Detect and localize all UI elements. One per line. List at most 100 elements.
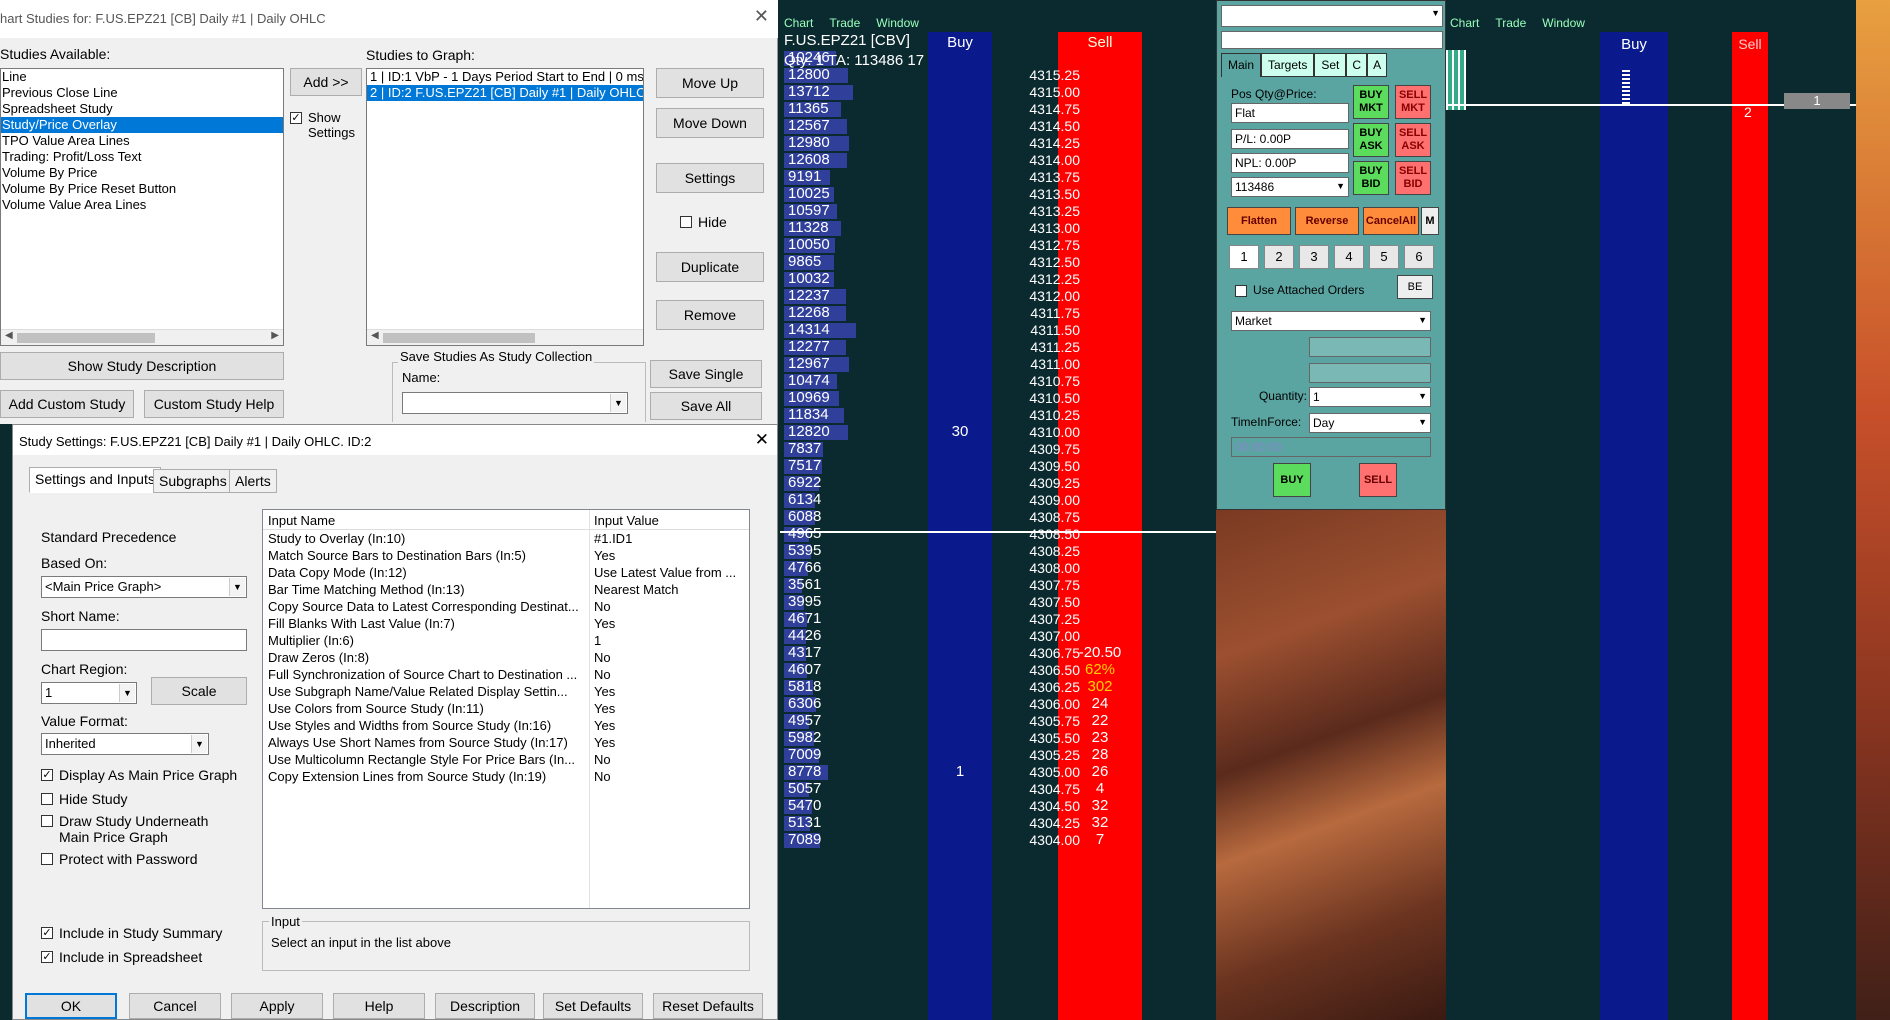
menu-trade[interactable]: Trade (1495, 16, 1526, 30)
studies-to-graph-list[interactable]: 1 | ID:1 VbP - 1 Days Period Start to En… (366, 68, 644, 346)
horizontal-scrollbar[interactable]: ◀ (367, 329, 643, 345)
value-format-combo[interactable]: Inherited ▼ (41, 733, 209, 755)
set-defaults-button[interactable]: Set Defaults (543, 993, 643, 1019)
tif-combo[interactable]: Day ▼ (1309, 413, 1431, 433)
input-value[interactable]: Use Latest Value from ... (594, 565, 744, 580)
input-row[interactable]: Copy Extension Lines from Source Study (… (263, 769, 749, 786)
attached-orders-checkbox[interactable]: Use Attached Orders (1235, 283, 1364, 297)
qty-button-3[interactable]: 3 (1299, 245, 1329, 269)
input-value[interactable]: Yes (594, 718, 744, 733)
input-row[interactable]: Full Synchronization of Source Chart to … (263, 667, 749, 684)
input-value[interactable]: Yes (594, 616, 744, 631)
qty-button-4[interactable]: 4 (1334, 245, 1364, 269)
tab-alerts[interactable]: Alerts (229, 469, 277, 493)
input-row[interactable]: Use Styles and Widths from Source Study … (263, 718, 749, 735)
menu-window[interactable]: Window (1542, 16, 1585, 30)
show-description-button[interactable]: Show Study Description (0, 352, 284, 380)
input-row[interactable]: Copy Source Data to Latest Corresponding… (263, 599, 749, 616)
tab-c[interactable]: C (1346, 53, 1368, 77)
short-name-input[interactable] (41, 629, 247, 651)
input-value[interactable]: 1 (594, 633, 744, 648)
qty-button-1[interactable]: 1 (1229, 245, 1259, 269)
hide-study-checkbox[interactable]: Hide Study (41, 791, 127, 807)
available-study-item[interactable]: Volume By Price (1, 165, 283, 181)
qty-button-2[interactable]: 2 (1264, 245, 1294, 269)
move-up-button[interactable]: Move Up (656, 68, 764, 98)
display-main-price-checkbox[interactable]: ✓ Display As Main Price Graph (41, 767, 237, 783)
available-study-item[interactable]: Study/Price Overlay (1, 117, 283, 133)
m-button[interactable]: M (1421, 207, 1439, 235)
input-row[interactable]: Multiplier (In:6) 1 (263, 633, 749, 650)
protect-password-checkbox[interactable]: Protect with Password (41, 851, 198, 867)
available-study-item[interactable]: Spreadsheet Study (1, 101, 283, 117)
input-row[interactable]: Study to Overlay (In:10) #1.ID1 (263, 531, 749, 548)
studies-available-list[interactable]: Line Previous Close Line Spreadsheet Study… (0, 68, 284, 346)
sell-mkt-button[interactable]: SELL MKT (1395, 85, 1431, 119)
tab-subgraphs[interactable]: Subgraphs (153, 469, 233, 493)
sell-button[interactable]: SELL (1359, 463, 1397, 497)
chart-region-combo[interactable]: 1 ▼ (41, 682, 137, 704)
save-all-button[interactable]: Save All (650, 392, 762, 420)
sell-ask-button[interactable]: SELL ASK (1395, 123, 1431, 157)
input-row[interactable]: Match Source Bars to Destination Bars (I… (263, 548, 749, 565)
tab-targets[interactable]: Targets (1261, 53, 1315, 77)
input-value[interactable]: No (594, 769, 744, 784)
input-row[interactable]: Bar Time Matching Method (In:13) Nearest … (263, 582, 749, 599)
account-top-combo[interactable]: ▼ (1221, 5, 1443, 27)
sell-column[interactable] (1732, 32, 1768, 1020)
close-icon[interactable]: ✕ (754, 6, 769, 27)
input-value[interactable]: #1.ID1 (594, 531, 744, 546)
available-study-item[interactable]: Trading: Profit/Loss Text (1, 149, 283, 165)
move-down-button[interactable]: Move Down (656, 108, 764, 138)
cancel-all-button[interactable]: CancelAll (1363, 207, 1419, 235)
available-study-item[interactable]: TPO Value Area Lines (1, 133, 283, 149)
description-button[interactable]: Description (435, 993, 535, 1019)
cancel-button[interactable]: Cancel (129, 993, 221, 1019)
input-row[interactable]: Use Multicolumn Rectangle Style For Pric… (263, 752, 749, 769)
input-row[interactable]: Always Use Short Names from Source Study… (263, 735, 749, 752)
tab-a[interactable]: A (1367, 53, 1388, 77)
input-row[interactable]: Use Colors from Source Study (In:11) Yes (263, 701, 749, 718)
custom-study-help-button[interactable]: Custom Study Help (144, 390, 284, 418)
be-button[interactable]: BE (1397, 275, 1433, 299)
available-study-item[interactable]: Previous Close Line (1, 85, 283, 101)
inputs-grid[interactable]: Input Name Input Value Study to Overlay … (262, 509, 750, 909)
input-value[interactable]: No (594, 650, 744, 665)
add-custom-study-button[interactable]: Add Custom Study (0, 390, 134, 418)
reverse-button[interactable]: Reverse (1295, 207, 1359, 235)
buy-cell[interactable] (920, 830, 1000, 850)
remove-button[interactable]: Remove (656, 300, 764, 330)
price1-combo[interactable] (1309, 337, 1431, 357)
input-value[interactable]: No (594, 752, 744, 767)
input-value[interactable]: Yes (594, 735, 744, 750)
buy-column[interactable] (1600, 32, 1668, 1020)
account-combo[interactable]: 113486 ▼ (1231, 177, 1349, 197)
sell-cell[interactable]: 7 (1060, 830, 1140, 850)
settings-button[interactable]: Settings (656, 163, 764, 193)
input-value[interactable]: Nearest Match (594, 582, 744, 597)
close-icon[interactable]: ✕ (755, 430, 769, 450)
buy-bid-button[interactable]: BUY BID (1353, 161, 1389, 195)
input-row[interactable]: Fill Blanks With Last Value (In:7) Yes (263, 616, 749, 633)
input-row[interactable]: Data Copy Mode (In:12) Use Latest Value f… (263, 565, 749, 582)
flatten-button[interactable]: Flatten (1227, 207, 1291, 235)
buy-button[interactable]: BUY (1273, 463, 1311, 497)
tab-set[interactable]: Set (1314, 53, 1347, 77)
input-value[interactable]: Yes (594, 548, 744, 563)
input-value[interactable]: No (594, 599, 744, 614)
graph-study-item[interactable]: 2 | ID:2 F.US.EPZ21 [CB] Daily #1 | Dail… (367, 85, 643, 101)
available-study-item[interactable]: Volume By Price Reset Button (1, 181, 283, 197)
buy-ask-button[interactable]: BUY ASK (1353, 123, 1389, 157)
available-study-item[interactable]: Line (1, 69, 283, 85)
qty-button-5[interactable]: 5 (1369, 245, 1399, 269)
menu-chart[interactable]: Chart (1450, 16, 1479, 30)
help-button[interactable]: Help (333, 993, 425, 1019)
order-type-combo[interactable]: Market ▼ (1231, 311, 1431, 331)
add-button[interactable]: Add >> (290, 68, 362, 96)
sell-bid-button[interactable]: SELL BID (1395, 161, 1431, 195)
input-value[interactable]: No (594, 667, 744, 682)
tab-main[interactable]: Main (1221, 53, 1262, 77)
graph-study-item[interactable]: 1 | ID:1 VbP - 1 Days Period Start to En… (367, 69, 643, 85)
scale-button[interactable]: Scale (151, 677, 247, 705)
quantity-input[interactable]: 1 ▼ (1309, 387, 1431, 407)
